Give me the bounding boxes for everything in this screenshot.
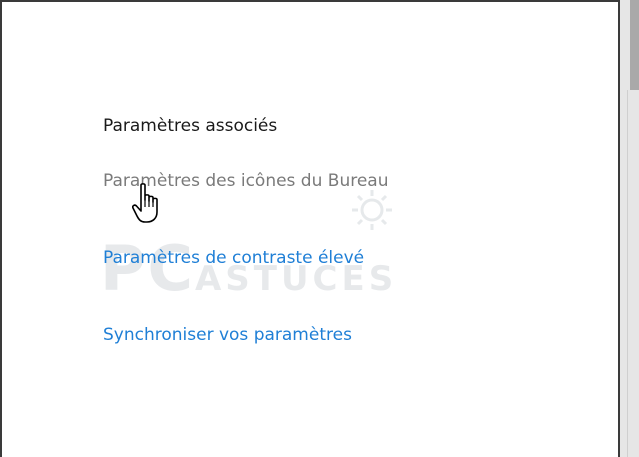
watermark-logo: PCASTUCES bbox=[100, 232, 397, 305]
scrollbar-thumb[interactable] bbox=[630, 0, 639, 90]
hand-pointer-icon bbox=[132, 183, 158, 223]
window-left-border bbox=[0, 0, 2, 457]
related-settings-title: Paramètres associés bbox=[103, 116, 278, 136]
watermark-text-big: PC bbox=[100, 232, 195, 305]
window-top-border bbox=[0, 0, 620, 2]
settings-panel: PCASTUCES Paramètres associés Paramètres… bbox=[0, 0, 639, 457]
watermark-sun-icon bbox=[352, 190, 392, 230]
sync-settings-link[interactable]: Synchroniser vos paramètres bbox=[103, 325, 352, 345]
high-contrast-settings-link[interactable]: Paramètres de contraste élevé bbox=[103, 248, 364, 268]
scrollbar-track-line bbox=[627, 90, 628, 457]
